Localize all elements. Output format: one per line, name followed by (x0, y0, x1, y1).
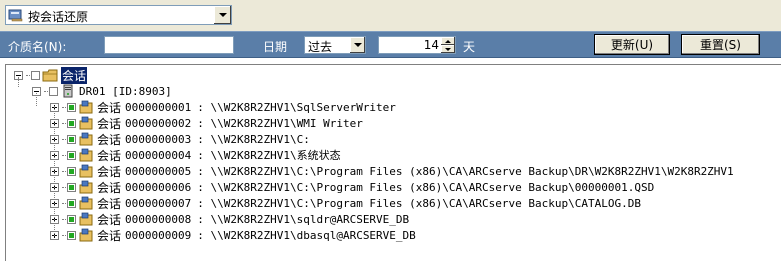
filter-bar: 介质名(N): 日期 过去 14 天 更新(U) 重置(S) (0, 31, 781, 58)
session-number: 0000000002 (125, 116, 192, 130)
session-icon (79, 100, 93, 114)
session-tree[interactable]: 会话 DR01 [ID:8903] 会话 0000000001: \\W2K8R2… (5, 64, 781, 261)
session-number: 0000000006 (125, 180, 192, 194)
reset-button[interactable]: 重置(S) (681, 34, 760, 55)
session-checkbox[interactable] (67, 166, 76, 176)
session-prefix: 会话 (97, 180, 122, 195)
session-icon (79, 116, 93, 130)
session-number: 0000000007 (125, 196, 192, 210)
session-icon (79, 212, 93, 226)
media-name-input[interactable] (104, 36, 234, 54)
session-checkbox[interactable] (67, 102, 76, 112)
media-name-label: 介质名(N): (8, 40, 67, 54)
session-prefix: 会话 (97, 148, 122, 163)
session-checkbox[interactable] (67, 230, 76, 240)
session-path: : \\W2K8R2ZHV1\C:\Program Files (x86)\CA… (197, 196, 641, 210)
session-number: 0000000003 (125, 132, 192, 146)
session-path: : \\W2K8R2ZHV1\SqlServerWriter (197, 100, 396, 114)
update-button[interactable]: 更新(U) (594, 34, 670, 55)
stepper-up-icon[interactable] (441, 37, 455, 45)
session-checkbox[interactable] (67, 214, 76, 224)
session-icon (79, 164, 93, 178)
session-icon (79, 180, 93, 194)
server-checkbox[interactable] (49, 86, 58, 96)
stepper-down-icon[interactable] (441, 45, 455, 53)
days-value: 14 (423, 38, 439, 52)
session-icon (79, 132, 93, 146)
session-prefix: 会话 (97, 196, 122, 211)
session-number: 0000000009 (125, 228, 192, 242)
session-path: : \\W2K8R2ZHV1\C:\Program Files (x86)\CA… (197, 164, 734, 178)
session-prefix: 会话 (97, 132, 122, 147)
session-prefix: 会话 (97, 100, 122, 115)
session-row[interactable]: 会话 0000000008 : \\W2K8R2ZHV1\sqldr@ARCSERV… (50, 211, 409, 227)
tree-root-node[interactable]: 会话 (14, 66, 88, 84)
session-number: 0000000004 (125, 148, 192, 162)
tree-server-node[interactable]: DR01 [ID:8903] (32, 83, 172, 99)
session-row[interactable]: 会话 0000000007 : \\W2K8R2ZHV1\C:\Program Fi… (50, 195, 641, 211)
session-path: : \\W2K8R2ZHV1\系统状态 (197, 149, 341, 162)
session-path: : \\W2K8R2ZHV1\dbasql@ARCSERVE_DB (197, 228, 416, 242)
session-icon (79, 148, 93, 162)
sessions-folder-icon (42, 69, 58, 82)
session-prefix: 会话 (97, 164, 122, 179)
session-checkbox[interactable] (67, 198, 76, 208)
session-row[interactable]: 会话 0000000006 : \\W2K8R2ZHV1\C:\Program Fi… (50, 179, 654, 195)
session-row[interactable]: 会话 0000000009 : \\W2K8R2ZHV1\dbasql@ARCSER… (50, 227, 416, 243)
session-prefix: 会话 (97, 116, 122, 131)
view-mode-dropdown[interactable]: 按会话还原 (5, 5, 232, 25)
chevron-down-icon[interactable] (350, 37, 365, 53)
date-range-value: 过去 (308, 40, 333, 54)
session-icon (79, 228, 93, 242)
session-prefix: 会话 (97, 212, 122, 227)
view-toolbar: 按会话还原 (0, 0, 781, 31)
session-checkbox[interactable] (67, 182, 76, 192)
session-row[interactable]: 会话 0000000001 : \\W2K8R2ZHV1\SqlServerWrit… (50, 99, 396, 115)
session-path: : \\W2K8R2ZHV1\sqldr@ARCSERVE_DB (197, 212, 410, 226)
view-mode-value: 按会话还原 (28, 10, 89, 24)
restore-icon (8, 9, 23, 22)
session-checkbox[interactable] (67, 134, 76, 144)
session-row[interactable]: 会话 0000000004 : \\W2K8R2ZHV1\系统状态 (50, 147, 341, 163)
session-checkbox[interactable] (67, 118, 76, 128)
root-label: 会话 (61, 66, 88, 84)
session-row[interactable]: 会话 0000000002 : \\W2K8R2ZHV1\WMI Writer (50, 115, 363, 131)
root-checkbox[interactable] (31, 70, 40, 80)
chevron-down-icon[interactable] (213, 6, 231, 24)
session-checkbox[interactable] (67, 150, 76, 160)
session-path: : \\W2K8R2ZHV1\WMI Writer (197, 116, 363, 130)
session-number: 0000000008 (125, 212, 192, 226)
session-row[interactable]: 会话 0000000003 : \\W2K8R2ZHV1\C: (50, 131, 310, 147)
session-row[interactable]: 会话 0000000005 : \\W2K8R2ZHV1\C:\Program Fi… (50, 163, 734, 179)
session-icon (79, 196, 93, 210)
date-range-select[interactable]: 过去 (304, 36, 366, 54)
session-number: 0000000005 (125, 164, 192, 178)
days-stepper[interactable]: 14 (378, 36, 456, 54)
session-path: : \\W2K8R2ZHV1\C:\Program Files (x86)\CA… (197, 180, 655, 194)
session-prefix: 会话 (97, 228, 122, 243)
server-icon (63, 84, 73, 98)
session-number: 0000000001 (125, 100, 192, 114)
days-unit-label: 天 (463, 40, 476, 54)
session-path: : \\W2K8R2ZHV1\C: (197, 132, 310, 146)
date-label: 日期 (263, 40, 288, 54)
server-label: DR01 [ID:8903] (79, 84, 172, 98)
